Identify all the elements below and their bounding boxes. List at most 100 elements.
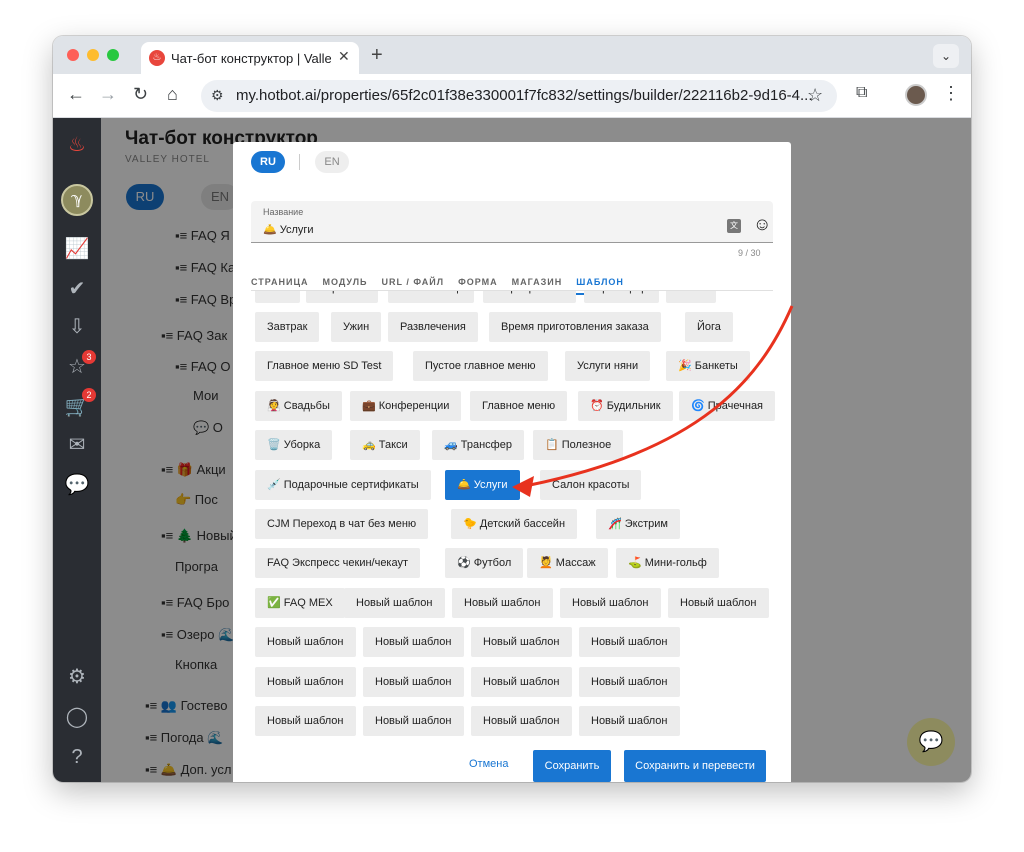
tab-title: Чат-бот конструктор | Valley (171, 51, 331, 66)
template-chip[interactable]: 🗑️ Уборка (255, 430, 333, 461)
dialog-actions: Отмена Сохранить Сохранить и перевести (233, 750, 791, 782)
name-field[interactable]: Название 🛎️ Услуги 文 ☺ (251, 201, 773, 243)
maximize-window-button[interactable] (107, 49, 119, 61)
app-sidebar: ♨ ℽ 📈 ✔ ⇩ ☆ 3 🛒 2 ✉ 💬 ⚙ ◯ ? (53, 118, 101, 782)
template-chip[interactable]: Главное меню SD Test (255, 351, 394, 382)
template-chip[interactable]: FAQ Экспресс чекин/чекаут (255, 548, 421, 579)
template-chip[interactable]: 📋 Полезное (533, 430, 624, 461)
home-icon[interactable]: ⌂ (167, 84, 178, 105)
template-chip[interactable]: 🚕 Такси (350, 430, 420, 461)
template-chip[interactable]: Ужин (331, 312, 382, 342)
cancel-button[interactable]: Отмена (469, 758, 508, 770)
template-chip[interactable]: Время приготовления заказа (489, 312, 661, 342)
reload-icon[interactable]: ↻ (133, 84, 148, 105)
name-field-value[interactable]: 🛎️ Услуги (263, 223, 314, 236)
save-button[interactable]: Сохранить (533, 750, 611, 782)
tab-strip: ♨ Чат-бот конструктор | Valley ✕ + ⌄ (53, 36, 971, 74)
template-chip[interactable]: 🚙 Трансфер (432, 430, 524, 461)
browser-toolbar: ← → ↻ ⌂ ⚙ my.hotbot.ai/properties/65f2c0… (53, 74, 971, 118)
browser-window: ♨ Чат-бот конструктор | Valley ✕ + ⌄ ← →… (53, 36, 971, 782)
template-chip[interactable]: Новый шаблон (363, 666, 464, 697)
hotbot-logo-icon[interactable]: ♨ (64, 132, 90, 158)
analytics-icon[interactable]: 📈 (64, 236, 90, 262)
type-tabs: СТРАНИЦА МОДУЛЬ URL / ФАЙЛ ФОРМА МАГАЗИН ШАБЛ… (251, 272, 638, 295)
template-chip[interactable]: Wi-Fi (666, 291, 716, 303)
emoji-picker-icon[interactable]: ☺ (753, 214, 771, 235)
translate-icon[interactable]: 文 (727, 219, 741, 233)
template-chip[interactable]: Новый шаблон (579, 706, 680, 736)
template-chip[interactable]: Новый шаблон (363, 627, 464, 658)
template-chip[interactable]: ⛳ Мини-гольф (616, 548, 719, 579)
template-chip[interactable]: Услуги няни (565, 351, 651, 382)
template-chip[interactable]: Новый шаблон (255, 706, 356, 736)
template-chip[interactable]: CJM Переход в чат без меню (255, 509, 429, 539)
template-chip[interactable]: Новый шаблон (471, 666, 572, 697)
template-chip[interactable]: Новый шаблон (255, 627, 356, 658)
template-chip[interactable]: ✅ FAQ МЕХ (255, 587, 345, 618)
forward-icon[interactable]: → (99, 84, 117, 105)
dialog-lang-en[interactable]: EN (315, 151, 349, 173)
chat-widget-button[interactable]: 💬 (907, 718, 955, 766)
save-and-translate-button[interactable]: Сохранить и перевести (624, 750, 766, 782)
template-chip[interactable]: 👰 Свадьбы (255, 390, 342, 421)
template-chip[interactable]: Парковка (306, 291, 379, 303)
template-chip[interactable]: Развлечения (388, 312, 478, 342)
template-chip[interactable]: Новый шаблон (471, 706, 572, 736)
close-window-button[interactable] (67, 49, 79, 61)
template-chip[interactable]: Мини-гольф (388, 291, 475, 303)
tasks-check-icon[interactable]: ✔ (64, 276, 90, 302)
template-chip[interactable]: Новый шаблон (255, 666, 356, 697)
extensions-icon[interactable]: ⧉ (856, 84, 867, 102)
template-chip[interactable]: Мероприятия (483, 291, 576, 303)
template-chip[interactable]: Новый шаблон (560, 587, 661, 618)
cart-badge: 2 (82, 388, 96, 402)
template-chip[interactable]: 💆 Массаж (527, 548, 608, 579)
name-field-label: Название (263, 207, 304, 217)
template-chip[interactable]: Новый шаблон (668, 587, 769, 618)
template-chip[interactable]: Пустое главное меню (413, 351, 548, 382)
account-icon[interactable]: ◯ (64, 704, 90, 730)
template-chip[interactable]: 🌀 Прачечная (679, 390, 776, 421)
template-chip-selected[interactable]: 🛎️ Услуги (445, 469, 520, 500)
template-chip[interactable]: Трансфер (584, 291, 660, 303)
template-chip[interactable]: Йога (685, 312, 733, 342)
template-chip[interactable]: SPA (255, 291, 301, 303)
mail-icon[interactable]: ✉ (64, 432, 90, 458)
inbox-icon[interactable]: ⇩ (64, 314, 90, 340)
template-chip[interactable]: Новый шаблон (579, 627, 680, 658)
dialog-lang-ru[interactable]: RU (251, 151, 285, 173)
template-chip[interactable]: Новый шаблон (363, 706, 464, 736)
template-chip[interactable]: 💼 Конференции (350, 390, 462, 421)
settings-gear-icon[interactable]: ⚙ (64, 664, 90, 690)
template-chip[interactable]: 💉 Подарочные сертификаты (255, 469, 431, 500)
template-chip[interactable]: Новый шаблон (471, 627, 572, 658)
template-chip[interactable]: 🎢 Экстрим (596, 509, 680, 539)
reviews-badge: 3 (82, 350, 96, 364)
template-chip[interactable]: ⏰ Будильник (578, 390, 673, 421)
char-counter: 9 / 30 (738, 248, 761, 258)
address-bar[interactable]: ⚙ my.hotbot.ai/properties/65f2c01f38e330… (201, 80, 837, 112)
template-chip[interactable]: Новый шаблон (452, 587, 553, 618)
browser-menu-icon[interactable]: ⋮ (942, 83, 960, 104)
template-chips: SPA Парковка Мини-гольф Мероприятия Трансфер… (233, 291, 791, 751)
profile-avatar[interactable] (905, 84, 927, 106)
minimize-window-button[interactable] (87, 49, 99, 61)
tab-search-chevron-icon[interactable]: ⌄ (933, 44, 959, 68)
template-chip[interactable]: 🐤 Детский бассейн (451, 509, 578, 539)
site-settings-icon[interactable]: ⚙ (211, 87, 224, 104)
browser-tab[interactable]: ♨ Чат-бот конструктор | Valley ✕ (141, 42, 359, 74)
new-tab-icon[interactable]: + (371, 44, 383, 67)
template-chip[interactable]: 🎉 Банкеты (666, 351, 750, 382)
chat-icon[interactable]: 💬 (64, 472, 90, 498)
template-chip[interactable]: Завтрак (255, 312, 320, 342)
back-icon[interactable]: ← (67, 84, 85, 105)
template-chip[interactable]: ⚽ Футбол (445, 548, 524, 579)
template-chip[interactable]: Главное меню (470, 390, 568, 421)
bookmark-star-icon[interactable]: ☆ (807, 85, 823, 106)
template-chip[interactable]: Новый шаблон (344, 587, 445, 618)
help-icon[interactable]: ? (64, 744, 90, 770)
close-tab-icon[interactable]: ✕ (338, 48, 350, 65)
hotel-avatar[interactable]: ℽ (61, 184, 93, 216)
template-chip[interactable]: Салон красоты (540, 469, 642, 500)
template-chip[interactable]: Новый шаблон (579, 666, 680, 697)
